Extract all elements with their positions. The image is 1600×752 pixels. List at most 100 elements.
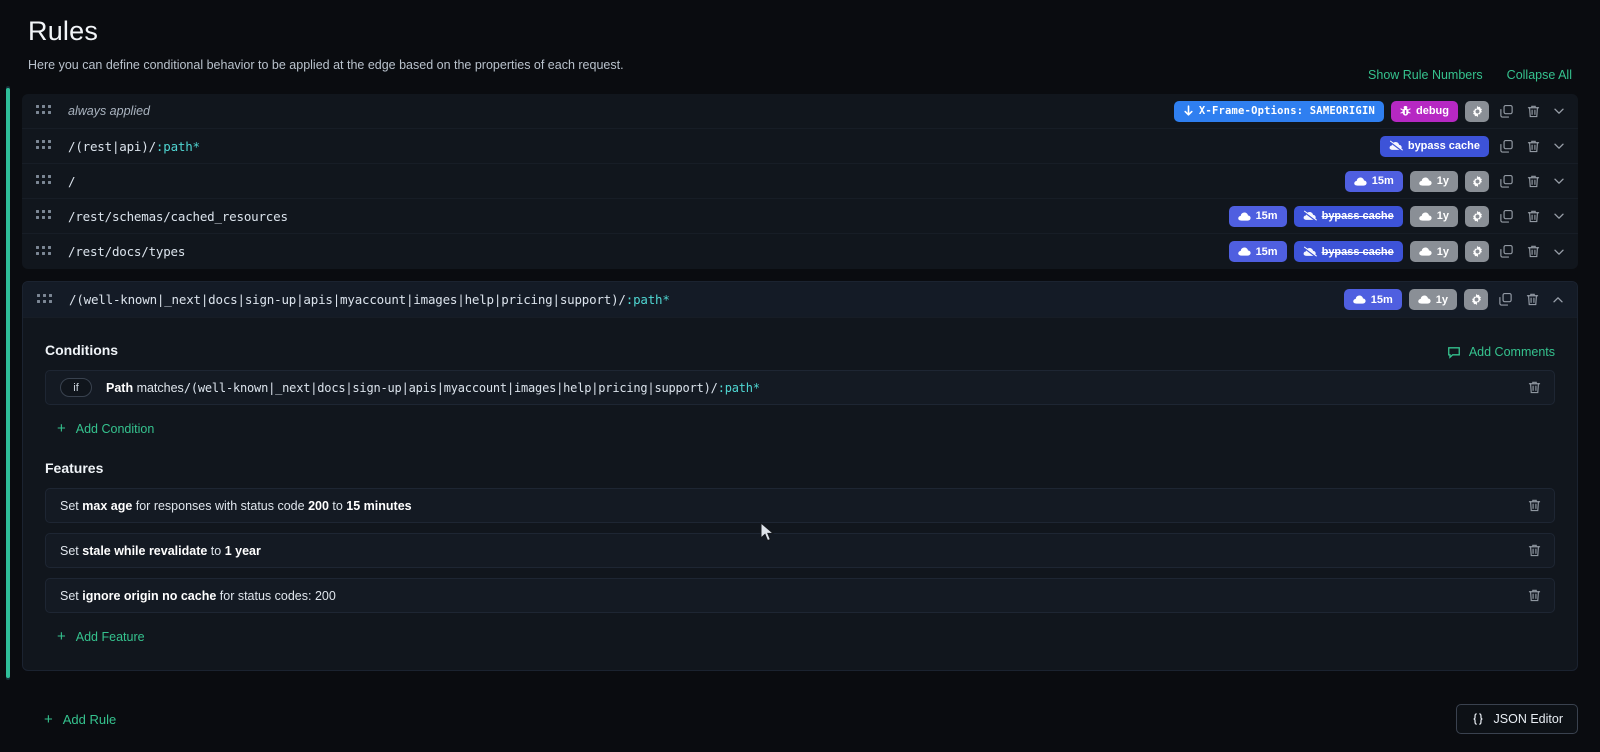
add-feature-label: Add Feature	[75, 629, 145, 644]
chevron-down-icon[interactable]	[1550, 205, 1568, 227]
rule-path-prefix: /(well-known|_next|docs|sign-up|apis|mya…	[69, 292, 626, 307]
rule-badge[interactable]: 1y	[1409, 205, 1458, 227]
drag-handle-icon[interactable]	[37, 293, 53, 306]
delete-rule-button[interactable]	[1523, 241, 1543, 263]
rule-badge[interactable]: 1y	[1408, 289, 1457, 310]
settings-button[interactable]	[1464, 289, 1488, 310]
cloud-icon	[1352, 294, 1366, 305]
cloud-icon	[1418, 246, 1432, 257]
cloud-slash-icon	[1388, 140, 1403, 152]
rule-row[interactable]: always applied X-Frame-Options: SAMEORIGI…	[22, 94, 1578, 129]
duplicate-rule-button[interactable]	[1496, 135, 1516, 157]
feature-text: Set ignore origin no cache for status co…	[60, 588, 336, 603]
rule-badge-label: X-Frame-Options: SAMEORIGIN	[1198, 105, 1375, 117]
conditions-header: Conditions Add Comments	[45, 334, 1555, 370]
delete-rule-button[interactable]	[1523, 205, 1543, 227]
rule-badge-label: 15m	[1370, 293, 1393, 306]
rule-path: always applied	[68, 104, 150, 118]
settings-button[interactable]	[1465, 205, 1489, 227]
rule-badge[interactable]: 15m	[1228, 205, 1287, 227]
rules-container: always applied X-Frame-Options: SAMEORIGI…	[22, 94, 1578, 671]
add-comments-label: Add Comments	[1468, 345, 1555, 359]
plus-icon: +	[57, 628, 66, 645]
rule-badge[interactable]: 15m	[1228, 241, 1287, 262]
condition-row[interactable]: if Path matches /(well-known|_next|docs|s…	[45, 370, 1555, 405]
duplicate-rule-button[interactable]	[1496, 241, 1516, 263]
json-editor-label: JSON Editor	[1493, 712, 1563, 726]
rule-badge[interactable]: 1y	[1409, 241, 1458, 262]
rule-row[interactable]: / 15m 1y	[22, 164, 1578, 199]
delete-rule-button[interactable]	[1523, 100, 1543, 122]
delete-feature-button[interactable]	[1527, 543, 1542, 558]
delete-rule-button[interactable]	[1523, 170, 1543, 192]
rule-path: /rest/docs/types	[68, 244, 186, 259]
rule-badge[interactable]: X-Frame-Options: SAMEORIGIN	[1173, 100, 1384, 122]
drag-handle-icon[interactable]	[36, 175, 52, 187]
rule-badge-label: 1y	[1435, 293, 1448, 306]
chevron-down-icon[interactable]	[1550, 100, 1568, 122]
rule-badge[interactable]: bypass cache	[1293, 205, 1403, 227]
delete-rule-button[interactable]	[1522, 289, 1542, 311]
feature-row[interactable]: Set stale while revalidate to 1 year	[45, 533, 1555, 568]
add-comments-button[interactable]: Add Comments	[1447, 345, 1555, 359]
settings-button[interactable]	[1465, 170, 1489, 192]
show-rule-numbers-button[interactable]: Show Rule Numbers	[1368, 68, 1483, 82]
rule-path: /(well-known|_next|docs|sign-up|apis|mya…	[69, 292, 670, 307]
delete-feature-button[interactable]	[1527, 588, 1542, 603]
conditions-title: Conditions	[45, 342, 119, 358]
features-list: Set max age for responses with status co…	[45, 488, 1555, 613]
delete-rule-button[interactable]	[1523, 135, 1543, 157]
settings-button[interactable]	[1465, 100, 1489, 122]
chevron-down-icon[interactable]	[1550, 241, 1568, 263]
rule-badge[interactable]: bypass cache	[1379, 135, 1489, 157]
drag-handle-icon[interactable]	[36, 245, 52, 258]
rule-badge-label: bypass cache	[1321, 210, 1394, 222]
expanded-rule-actions: 15m 1y	[1343, 289, 1567, 311]
duplicate-rule-button[interactable]	[1495, 289, 1515, 311]
plus-icon: +	[44, 710, 53, 728]
rule-badge[interactable]: debug	[1391, 100, 1458, 122]
drag-handle-icon[interactable]	[36, 105, 52, 117]
duplicate-rule-button[interactable]	[1496, 170, 1516, 192]
collapse-all-button[interactable]: Collapse All	[1507, 68, 1572, 82]
rule-badge[interactable]: 15m	[1343, 289, 1402, 310]
add-rule-button[interactable]: + Add Rule	[44, 712, 116, 727]
add-condition-button[interactable]: + Add Condition	[57, 421, 154, 436]
rule-path: /rest/schemas/cached_resources	[68, 208, 288, 224]
drag-handle-icon[interactable]	[36, 140, 52, 152]
bug-icon	[1400, 105, 1411, 117]
drag-handle-icon[interactable]	[36, 210, 52, 222]
rule-badge-label: 1y	[1436, 245, 1449, 258]
chevron-down-icon[interactable]	[1550, 135, 1568, 157]
cloud-icon	[1417, 294, 1431, 305]
rule-badge[interactable]: 1y	[1409, 170, 1458, 192]
expanded-rule-card: /(well-known|_next|docs|sign-up|apis|mya…	[22, 281, 1578, 671]
chevron-down-icon[interactable]	[1550, 170, 1568, 192]
cloud-icon	[1353, 176, 1367, 187]
rule-row[interactable]: /(rest|api)/:path* bypass cache	[22, 129, 1578, 164]
duplicate-rule-button[interactable]	[1496, 100, 1516, 122]
json-editor-button[interactable]: JSON Editor	[1455, 704, 1578, 734]
condition-if-pill: if	[60, 378, 92, 397]
rule-badge-label: 15m	[1371, 175, 1394, 187]
rule-badge[interactable]: 15m	[1344, 170, 1403, 192]
rule-row[interactable]: /rest/schemas/cached_resources 15m bypass …	[22, 199, 1578, 234]
rule-row[interactable]: /rest/docs/types 15m bypass cache 1y	[22, 234, 1578, 269]
conditions-list: if Path matches /(well-known|_next|docs|s…	[45, 370, 1555, 405]
comment-bubble-icon	[1447, 345, 1461, 359]
add-feature-button[interactable]: + Add Feature	[57, 629, 145, 644]
rule-actions: X-Frame-Options: SAMEORIGIN debug	[1173, 100, 1568, 122]
settings-button[interactable]	[1465, 241, 1489, 262]
delete-feature-button[interactable]	[1527, 498, 1542, 513]
duplicate-rule-button[interactable]	[1496, 205, 1516, 227]
page-title: Rules	[28, 16, 99, 46]
rule-actions: bypass cache	[1379, 135, 1568, 157]
delete-condition-button[interactable]	[1527, 380, 1542, 395]
arrow-down-icon	[1183, 105, 1194, 117]
rule-badge[interactable]: bypass cache	[1293, 241, 1403, 262]
gear-icon	[1471, 210, 1484, 223]
feature-row[interactable]: Set max age for responses with status co…	[45, 488, 1555, 523]
feature-row[interactable]: Set ignore origin no cache for status co…	[45, 578, 1555, 613]
chevron-up-icon[interactable]	[1549, 289, 1567, 311]
expanded-rule-header[interactable]: /(well-known|_next|docs|sign-up|apis|mya…	[23, 282, 1577, 318]
